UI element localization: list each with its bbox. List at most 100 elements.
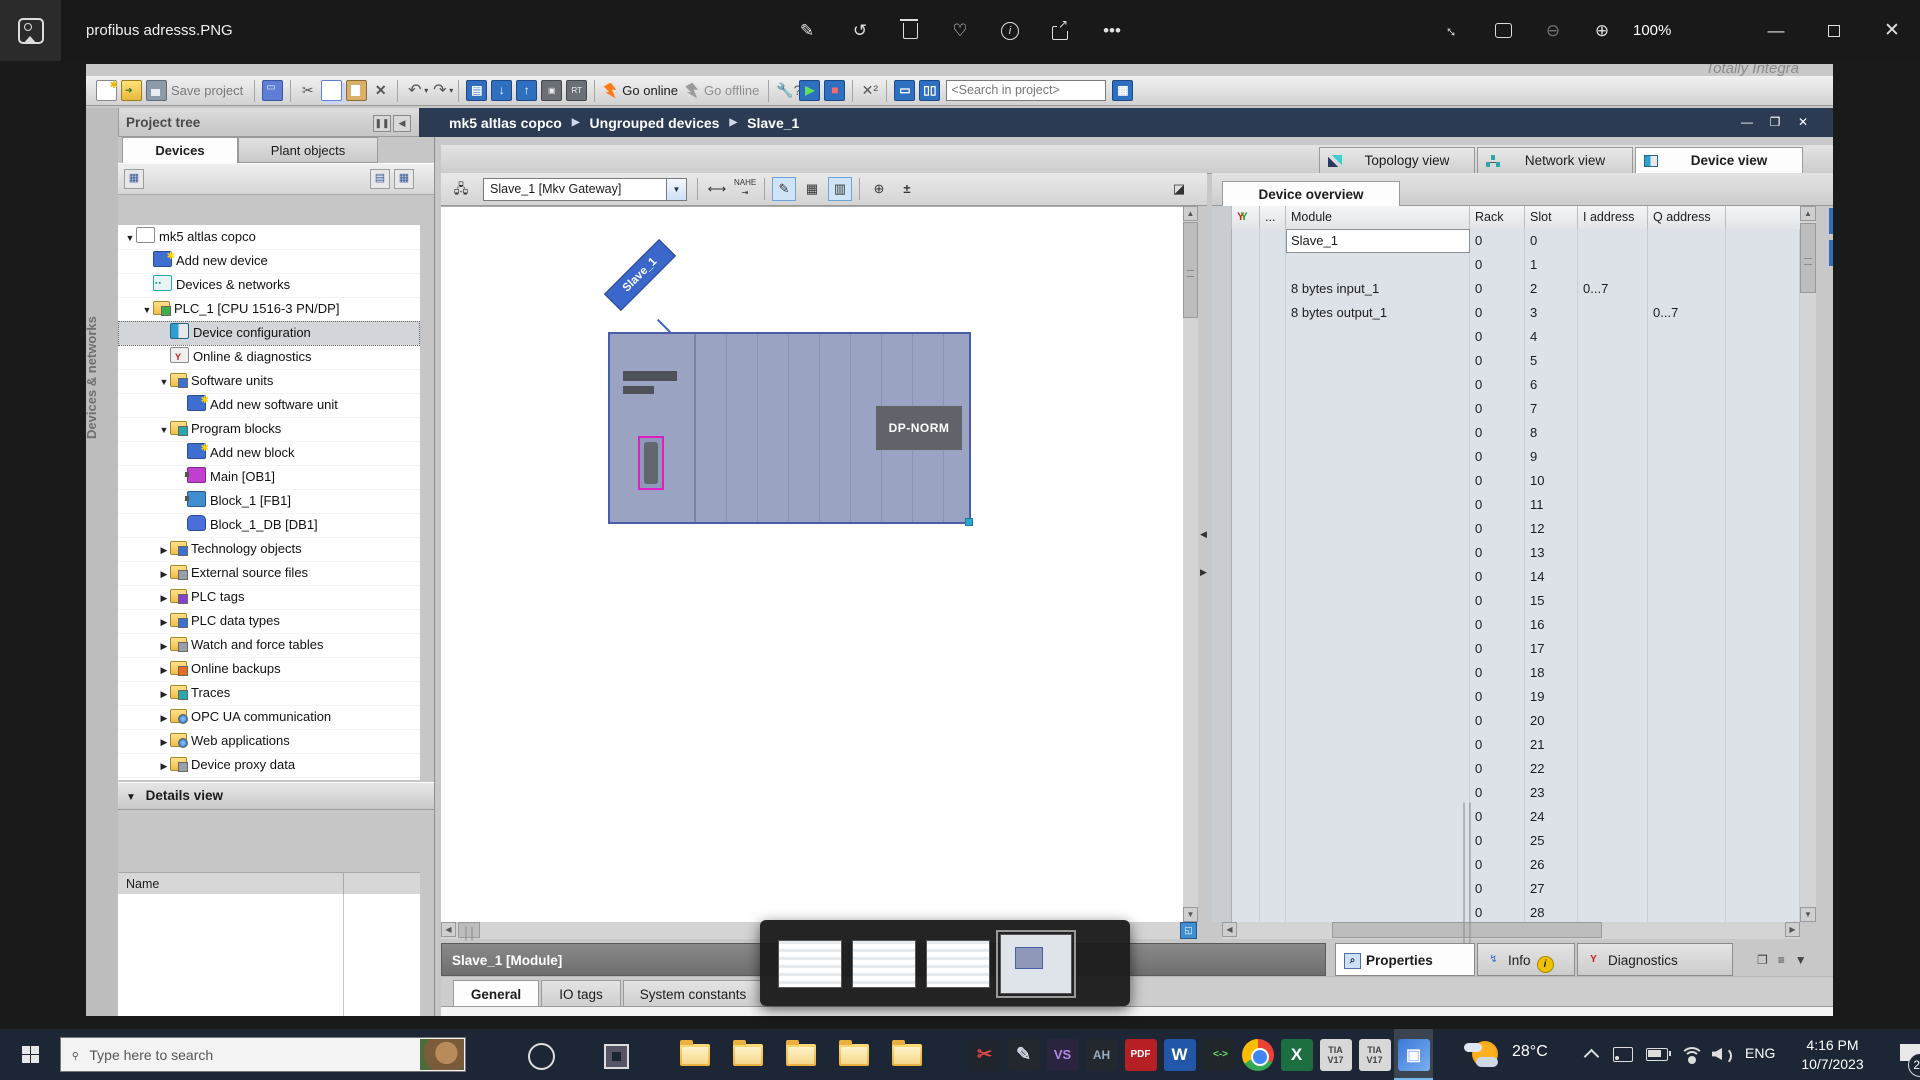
scroll-down-icon[interactable]: ▼ bbox=[1800, 907, 1816, 922]
tree-item-online-backups[interactable]: ▶Online backups bbox=[118, 657, 420, 682]
cell-i[interactable] bbox=[1578, 613, 1648, 637]
cell-dots[interactable] bbox=[1260, 277, 1286, 301]
cell-module[interactable] bbox=[1286, 373, 1470, 397]
cell-module[interactable] bbox=[1286, 493, 1470, 517]
cell-fill[interactable] bbox=[1726, 613, 1800, 637]
cell-q[interactable] bbox=[1648, 421, 1726, 445]
cell-dots[interactable] bbox=[1260, 325, 1286, 349]
cell-fill[interactable] bbox=[1726, 277, 1800, 301]
cell-yy[interactable] bbox=[1232, 829, 1260, 853]
tree-item-mk5-altlas-copco[interactable]: ▼mk5 altlas copco bbox=[118, 225, 420, 250]
cell-rack[interactable]: 0 bbox=[1470, 253, 1525, 277]
stop-cpu-icon[interactable]: RT bbox=[566, 80, 587, 101]
new-project-icon[interactable] bbox=[96, 80, 117, 101]
fit-view-icon[interactable]: ◱ bbox=[1180, 922, 1197, 939]
cell-i[interactable] bbox=[1578, 829, 1648, 853]
cell-slot[interactable]: 19 bbox=[1525, 685, 1578, 709]
expand-icon[interactable]: ▶ bbox=[158, 610, 170, 634]
cell-i[interactable] bbox=[1578, 349, 1648, 373]
tree-item-device-proxy-data[interactable]: ▶Device proxy data bbox=[118, 753, 420, 778]
page-navigator-icon[interactable]: ◪ bbox=[1167, 177, 1191, 201]
cell-yy[interactable] bbox=[1232, 445, 1260, 469]
cell-slot[interactable]: 8 bbox=[1525, 421, 1578, 445]
filmstrip-thumbnail-1[interactable] bbox=[778, 940, 842, 988]
tree-item-add-new-software-unit[interactable]: Add new software unit bbox=[118, 393, 420, 418]
cell-module[interactable] bbox=[1286, 517, 1470, 541]
tab-device-view[interactable]: Device view bbox=[1635, 147, 1803, 173]
dp-norm-module[interactable]: DP-NORM bbox=[876, 406, 962, 450]
expand-icon[interactable]: ▶ bbox=[158, 586, 170, 610]
overview-row-slot-28[interactable]: 028 bbox=[1212, 901, 1800, 922]
cell-dots[interactable] bbox=[1260, 301, 1286, 325]
cell-i[interactable] bbox=[1578, 421, 1648, 445]
cell-rack[interactable]: 0 bbox=[1470, 829, 1525, 853]
cell-fill[interactable] bbox=[1726, 829, 1800, 853]
delete-icon[interactable] bbox=[888, 0, 932, 61]
cell-slot[interactable]: 6 bbox=[1525, 373, 1578, 397]
collapse-panel-icon[interactable]: ▼ bbox=[1795, 953, 1807, 967]
float-panel-icon[interactable]: ❐ bbox=[1757, 953, 1768, 967]
cell-rack[interactable]: 0 bbox=[1470, 733, 1525, 757]
cell-q[interactable] bbox=[1648, 493, 1726, 517]
cell-yy[interactable] bbox=[1232, 349, 1260, 373]
taskbar-folder-4[interactable] bbox=[830, 1029, 878, 1080]
cell-slot[interactable]: 5 bbox=[1525, 349, 1578, 373]
cell-dots[interactable] bbox=[1260, 757, 1286, 781]
start-cpu-icon[interactable]: ▣ bbox=[541, 80, 562, 101]
cell-i[interactable] bbox=[1578, 685, 1648, 709]
cell-fill[interactable] bbox=[1726, 541, 1800, 565]
cell-rack[interactable]: 0 bbox=[1470, 445, 1525, 469]
battery-icon[interactable] bbox=[1646, 1048, 1668, 1061]
overview-row-slot-11[interactable]: 011 bbox=[1212, 493, 1800, 518]
cell-rack[interactable]: 0 bbox=[1470, 565, 1525, 589]
cell-i[interactable] bbox=[1578, 301, 1648, 325]
scroll-up-icon[interactable]: ▲ bbox=[1800, 206, 1816, 221]
slave-device-graphic[interactable]: DP-NORM bbox=[608, 332, 971, 524]
dropdown-arrow-icon[interactable]: ▼ bbox=[666, 179, 686, 200]
tree-item-device-configuration[interactable]: Device configuration bbox=[118, 321, 420, 346]
weather-temp[interactable]: 28°C bbox=[1512, 1043, 1548, 1061]
pin-panel-icon[interactable]: ❚❚ bbox=[373, 115, 391, 132]
tia-minimize-icon[interactable]: — bbox=[1735, 108, 1759, 137]
tab-topology-view[interactable]: Topology view bbox=[1319, 147, 1475, 173]
cell-dots[interactable] bbox=[1260, 469, 1286, 493]
cell-yy[interactable] bbox=[1232, 733, 1260, 757]
cell-yy[interactable] bbox=[1232, 565, 1260, 589]
restore-button[interactable] bbox=[1812, 0, 1856, 61]
cell-fill[interactable] bbox=[1726, 229, 1800, 253]
cell-module[interactable] bbox=[1286, 877, 1470, 901]
cell-q[interactable] bbox=[1648, 589, 1726, 613]
device-overview-tab[interactable]: Device overview bbox=[1222, 181, 1400, 206]
filmstrip-thumbnail-2[interactable] bbox=[852, 940, 916, 988]
cast-icon[interactable] bbox=[1613, 1047, 1633, 1062]
cell-rack[interactable]: 0 bbox=[1470, 613, 1525, 637]
edit-image-icon[interactable]: ✎ bbox=[785, 0, 829, 61]
overview-row-slot-26[interactable]: 026 bbox=[1212, 853, 1800, 878]
expand-icon[interactable]: ▶ bbox=[158, 634, 170, 658]
paste-icon[interactable] bbox=[346, 80, 367, 101]
overview-row-slot-22[interactable]: 022 bbox=[1212, 757, 1800, 782]
cell-module[interactable] bbox=[1286, 613, 1470, 637]
delete-icon-tia[interactable]: ✕ bbox=[371, 81, 390, 100]
redo-dropdown[interactable]: ▾ bbox=[449, 86, 453, 95]
cell-i[interactable] bbox=[1578, 445, 1648, 469]
cell-fill[interactable] bbox=[1726, 805, 1800, 829]
show-grid-icon[interactable]: ▦ bbox=[800, 177, 824, 201]
cross-references-icon[interactable]: ✕² bbox=[860, 81, 879, 100]
overview-row-slot-13[interactable]: 013 bbox=[1212, 541, 1800, 566]
download-to-device-icon[interactable]: ↓ bbox=[491, 80, 512, 101]
search-highlight-image[interactable] bbox=[420, 1039, 464, 1070]
device-canvas[interactable]: Slave_1 DP-NORM bbox=[441, 206, 1183, 923]
cell-dots[interactable] bbox=[1260, 709, 1286, 733]
cell-i[interactable] bbox=[1578, 853, 1648, 877]
tree-item-online-diagnostics[interactable]: Online & diagnostics bbox=[118, 345, 420, 370]
overview-row-slot-21[interactable]: 021 bbox=[1212, 733, 1800, 758]
cell-yy[interactable] bbox=[1232, 805, 1260, 829]
cell-fill[interactable] bbox=[1726, 373, 1800, 397]
cell-fill[interactable] bbox=[1726, 397, 1800, 421]
cell-module[interactable] bbox=[1286, 637, 1470, 661]
cell-yy[interactable] bbox=[1232, 589, 1260, 613]
undo-dropdown[interactable]: ▾ bbox=[424, 86, 428, 95]
cell-slot[interactable]: 22 bbox=[1525, 757, 1578, 781]
cell-dots[interactable] bbox=[1260, 853, 1286, 877]
